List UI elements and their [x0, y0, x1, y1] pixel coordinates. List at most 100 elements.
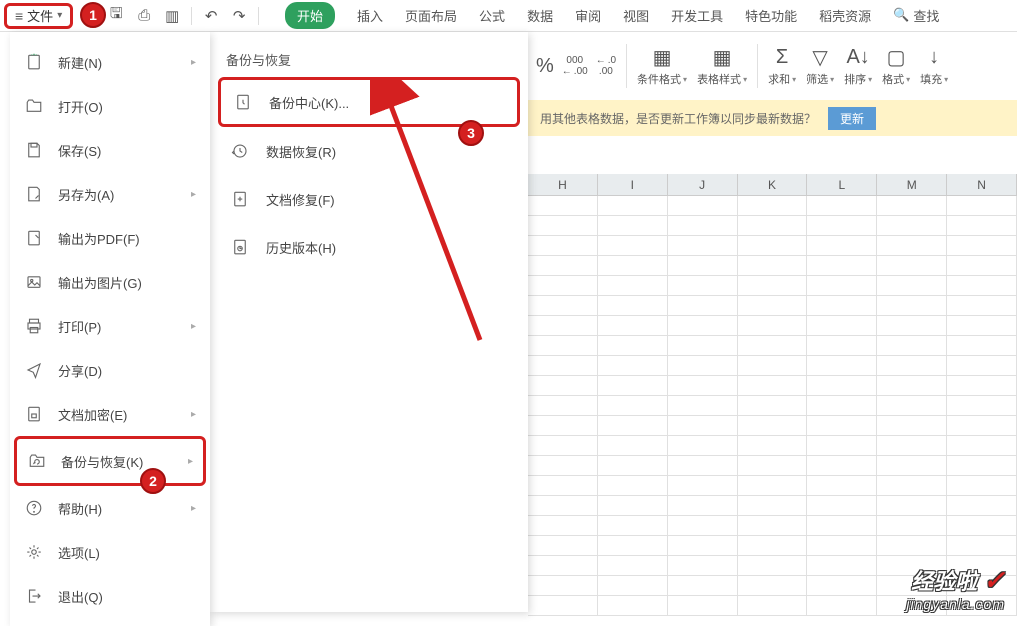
cell[interactable]: [877, 396, 947, 415]
cell[interactable]: [668, 336, 738, 355]
tab-insert[interactable]: 插入: [357, 0, 383, 31]
cell[interactable]: [807, 516, 877, 535]
cell[interactable]: [947, 416, 1017, 435]
cell[interactable]: [877, 456, 947, 475]
cell[interactable]: [807, 436, 877, 455]
menu-help[interactable]: 帮助(H) ▸: [10, 486, 210, 530]
cell[interactable]: [877, 276, 947, 295]
grid-row[interactable]: [528, 256, 1017, 276]
cell[interactable]: [528, 356, 598, 375]
grid-row[interactable]: [528, 196, 1017, 216]
cell[interactable]: [528, 256, 598, 275]
cell[interactable]: [738, 576, 808, 595]
menu-save[interactable]: 保存(S): [10, 128, 210, 172]
cell[interactable]: [598, 256, 668, 275]
grid-row[interactable]: [528, 296, 1017, 316]
cell[interactable]: [947, 396, 1017, 415]
cell[interactable]: [598, 436, 668, 455]
cell[interactable]: [598, 216, 668, 235]
cell[interactable]: [598, 596, 668, 615]
cell[interactable]: [598, 476, 668, 495]
cell[interactable]: [947, 336, 1017, 355]
cell[interactable]: [877, 216, 947, 235]
format-button[interactable]: ▢ 格式▾: [882, 45, 910, 87]
tab-view[interactable]: 视图: [623, 0, 649, 31]
cell[interactable]: [668, 416, 738, 435]
conditional-format[interactable]: ▦ 条件格式▾: [637, 45, 687, 87]
col-header[interactable]: M: [877, 174, 947, 195]
cell[interactable]: [528, 476, 598, 495]
menu-backup-restore[interactable]: 备份与恢复(K) ▸: [14, 436, 206, 486]
cell[interactable]: [598, 576, 668, 595]
cell[interactable]: [947, 236, 1017, 255]
cell[interactable]: [738, 496, 808, 515]
filter-button[interactable]: ▽ 筛选▾: [806, 45, 834, 87]
cell[interactable]: [528, 236, 598, 255]
cell[interactable]: [528, 436, 598, 455]
cell[interactable]: [738, 476, 808, 495]
cell[interactable]: [738, 196, 808, 215]
menu-new[interactable]: 新建(N) ▸: [10, 40, 210, 84]
cell[interactable]: [668, 276, 738, 295]
cell[interactable]: [807, 576, 877, 595]
grid-rows[interactable]: [528, 196, 1017, 620]
menu-save-as[interactable]: 另存为(A) ▸: [10, 172, 210, 216]
menu-exit[interactable]: 退出(Q): [10, 574, 210, 618]
col-header[interactable]: L: [807, 174, 877, 195]
cell[interactable]: [738, 236, 808, 255]
cell[interactable]: [598, 496, 668, 515]
cell[interactable]: [738, 316, 808, 335]
cell[interactable]: [947, 296, 1017, 315]
cell[interactable]: [668, 516, 738, 535]
cell[interactable]: [668, 496, 738, 515]
submenu-history[interactable]: 历史版本(H): [210, 223, 528, 271]
cell[interactable]: [738, 276, 808, 295]
cell[interactable]: [668, 236, 738, 255]
percent-icon[interactable]: %: [536, 54, 554, 78]
cell[interactable]: [877, 256, 947, 275]
grid-row[interactable]: [528, 276, 1017, 296]
cell[interactable]: [598, 296, 668, 315]
cell[interactable]: [668, 356, 738, 375]
cell[interactable]: [528, 396, 598, 415]
menu-options[interactable]: 选项(L): [10, 530, 210, 574]
cell[interactable]: [807, 556, 877, 575]
cell[interactable]: [528, 296, 598, 315]
cell[interactable]: [738, 516, 808, 535]
cell[interactable]: [528, 316, 598, 335]
cell[interactable]: [877, 516, 947, 535]
cell[interactable]: [598, 196, 668, 215]
cell[interactable]: [877, 196, 947, 215]
grid-row[interactable]: [528, 316, 1017, 336]
cell[interactable]: [668, 436, 738, 455]
cell[interactable]: [598, 276, 668, 295]
decrease-decimal[interactable]: ←.0 .00: [596, 55, 616, 77]
cell[interactable]: [528, 416, 598, 435]
cell[interactable]: [668, 596, 738, 615]
cell[interactable]: [877, 436, 947, 455]
cell[interactable]: [738, 596, 808, 615]
cell[interactable]: [947, 216, 1017, 235]
cell[interactable]: [947, 516, 1017, 535]
menu-share[interactable]: 分享(D): [10, 348, 210, 392]
grid-row[interactable]: [528, 216, 1017, 236]
cell[interactable]: [668, 576, 738, 595]
cell[interactable]: [877, 316, 947, 335]
cell[interactable]: [528, 336, 598, 355]
col-header[interactable]: K: [738, 174, 808, 195]
cell[interactable]: [598, 376, 668, 395]
fill-button[interactable]: ↓ 填充▾: [920, 45, 948, 87]
cell[interactable]: [738, 536, 808, 555]
grid-row[interactable]: [528, 496, 1017, 516]
cell[interactable]: [947, 256, 1017, 275]
cell[interactable]: [528, 376, 598, 395]
cell[interactable]: [807, 536, 877, 555]
cell[interactable]: [738, 396, 808, 415]
cell[interactable]: [807, 276, 877, 295]
cell[interactable]: [807, 496, 877, 515]
col-header[interactable]: I: [598, 174, 668, 195]
cell[interactable]: [598, 396, 668, 415]
cell[interactable]: [807, 456, 877, 475]
tab-dev[interactable]: 开发工具: [671, 0, 723, 31]
cell[interactable]: [668, 316, 738, 335]
